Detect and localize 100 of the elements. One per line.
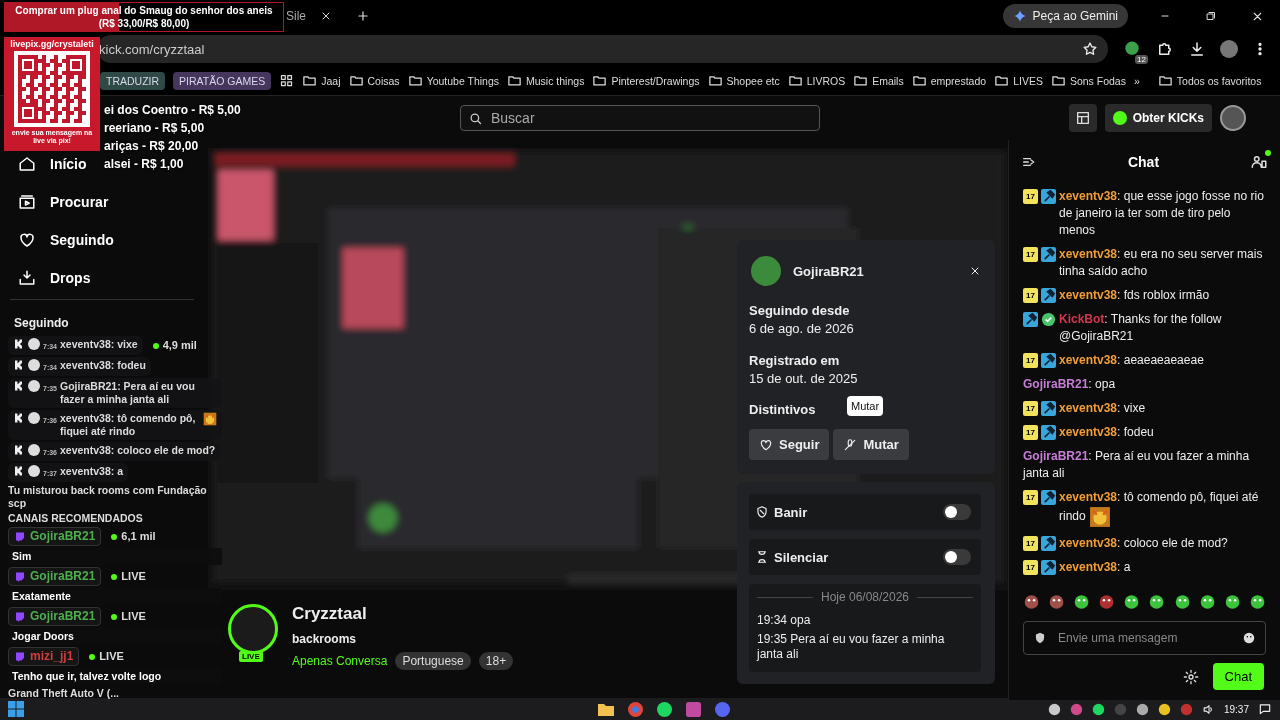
- layout-icon: [1074, 110, 1091, 126]
- address-bar[interactable]: kick.com/cryzztaal: [97, 35, 1108, 63]
- emote-icon[interactable]: [1198, 593, 1216, 611]
- avatar-icon: [28, 465, 40, 477]
- chat-bubble-icon: [14, 530, 26, 543]
- restore-icon: [1205, 10, 1217, 22]
- message-text: xeventv38: tô comendo pô, fiquei até rindo: [60, 412, 197, 438]
- emote-icon[interactable]: [1098, 593, 1116, 611]
- stream-tag[interactable]: 18+: [478, 652, 514, 670]
- tray-icon[interactable]: [1157, 702, 1171, 716]
- toggle-switch[interactable]: [943, 504, 971, 520]
- all-bookmarks-button[interactable]: Todos os favoritos: [1157, 73, 1262, 88]
- more-bookmarks-button[interactable]: »: [1133, 74, 1140, 87]
- browse-icon: [18, 193, 36, 211]
- bookmark-tag[interactable]: PIRATÃO GAMES: [173, 71, 272, 90]
- message-input[interactable]: Envie uma mensagem: [1023, 621, 1266, 655]
- follow-button[interactable]: Seguir: [749, 429, 830, 460]
- bookmark-folder[interactable]: emprestado: [911, 73, 987, 88]
- bookmark-folder[interactable]: Jaaj: [302, 73, 341, 88]
- emote-icon[interactable]: [1248, 593, 1266, 611]
- bookmark-folder[interactable]: Shopee etc: [707, 73, 780, 88]
- nav-item[interactable]: Início: [18, 153, 87, 175]
- bookmark-folder[interactable]: Coisas: [348, 73, 400, 88]
- tray-icon[interactable]: [1047, 702, 1061, 716]
- emote-icon[interactable]: [1173, 593, 1191, 611]
- tray-icon[interactable]: [1135, 702, 1149, 716]
- nav-item[interactable]: Procurar: [18, 191, 109, 213]
- download-icon[interactable]: [1188, 40, 1206, 58]
- star-icon[interactable]: [1082, 41, 1098, 57]
- profile-avatar[interactable]: [1220, 40, 1238, 58]
- users-icon[interactable]: [1250, 153, 1268, 171]
- hammer-icon: [1023, 312, 1038, 327]
- bookmark-folder[interactable]: Sons Fodas: [1050, 73, 1126, 88]
- nav-item[interactable]: Seguindo: [18, 229, 114, 251]
- username: mizi_jj1: [30, 649, 74, 664]
- bookmark-folder[interactable]: Youtube Things: [407, 73, 500, 88]
- emoji-icon[interactable]: [1242, 631, 1256, 645]
- subscriber-badge: 17: [1023, 425, 1038, 440]
- bookmark-folder[interactable]: Music things: [507, 73, 585, 88]
- emote-icon[interactable]: [1073, 593, 1091, 611]
- emote-icon[interactable]: [1123, 593, 1141, 611]
- close-button[interactable]: [969, 265, 981, 277]
- chat-message: GojiraBR21: Pera aí eu vou fazer a minha janta ali: [1023, 448, 1251, 482]
- folder-icon: [707, 73, 723, 88]
- subscriber-badge: 17: [1023, 560, 1038, 575]
- tab-title[interactable]: Sile: [286, 9, 316, 23]
- channel-status: 6,1 mil: [111, 530, 156, 543]
- chat-title: Chat: [1127, 154, 1160, 170]
- emote-icon[interactable]: [1223, 593, 1241, 611]
- puzzle-icon[interactable]: [1156, 40, 1174, 58]
- bookmark-folder[interactable]: Pinterest/Drawings: [592, 73, 700, 88]
- settings-icon[interactable]: [1182, 668, 1199, 685]
- stream-title: backrooms: [292, 632, 358, 646]
- browser-icon[interactable]: [628, 701, 643, 717]
- folder-icon[interactable]: [598, 701, 614, 716]
- stream-tag[interactable]: Portuguese: [395, 652, 471, 670]
- heart-icon: [759, 437, 773, 452]
- emote-icon[interactable]: [1023, 593, 1041, 611]
- chat-app-icon[interactable]: [715, 701, 730, 717]
- speaker-icon[interactable]: [1201, 702, 1215, 716]
- user-avatar[interactable]: [1220, 105, 1246, 131]
- gemini-button[interactable]: Peça ao Gemini: [1002, 4, 1128, 28]
- music-app-icon[interactable]: [657, 701, 672, 717]
- mute-button[interactable]: Mutar: [833, 429, 909, 460]
- folder-icon: [787, 73, 803, 88]
- chat-bubble-icon: [14, 570, 26, 583]
- qr-label: livepix.gg/crystaleti: [10, 39, 94, 49]
- chat-message: xeventv38: fds roblox irmão: [1059, 287, 1211, 304]
- username: GojiraBR21: [30, 569, 96, 584]
- app-icon[interactable]: [686, 701, 701, 717]
- toggle-switch[interactable]: [943, 549, 971, 565]
- send-button[interactable]: Chat: [1212, 663, 1264, 690]
- emote-icon[interactable]: [1148, 593, 1166, 611]
- log-date: Hoje 06/08/2026: [820, 590, 910, 605]
- user-avatar: [749, 254, 783, 288]
- layout-button[interactable]: [1068, 104, 1097, 132]
- kick-logo-icon: [13, 444, 25, 456]
- tray-icon[interactable]: [1091, 702, 1105, 716]
- emote-icon[interactable]: [1048, 593, 1066, 611]
- channel-avatar[interactable]: [228, 604, 278, 654]
- notification-icon[interactable]: [1258, 702, 1272, 716]
- bookmark-folder[interactable]: LIVES: [994, 73, 1043, 88]
- apps-icon[interactable]: [279, 73, 295, 88]
- nav-item[interactable]: Drops: [18, 267, 91, 289]
- bookmark-folder[interactable]: Emails: [853, 73, 904, 88]
- kicks-button[interactable]: Obter KICKs: [1104, 104, 1212, 132]
- drops-icon: [18, 269, 36, 287]
- bookmark-folder[interactable]: LIVROS: [787, 73, 846, 88]
- search-field[interactable]: Buscar: [460, 105, 820, 131]
- bookmark-tag[interactable]: TRADUZIR: [100, 71, 166, 90]
- start-icon[interactable]: [8, 701, 24, 717]
- folder-icon: [348, 73, 364, 88]
- section-heading: Seguindo: [13, 315, 70, 332]
- chat-message: xeventv38: que esse jogo fosse no rio de janeiro ia ter som de tiro pelo menos: [1059, 188, 1265, 239]
- folder-icon: [1157, 73, 1173, 88]
- detail-label: Seguindo desde: [749, 302, 851, 320]
- clock[interactable]: 19:37: [1223, 703, 1249, 715]
- category-link[interactable]: Apenas Conversa: [292, 654, 388, 668]
- message-text: xeventv38: fodeu: [60, 359, 146, 372]
- tooltip: Mutar: [847, 396, 884, 416]
